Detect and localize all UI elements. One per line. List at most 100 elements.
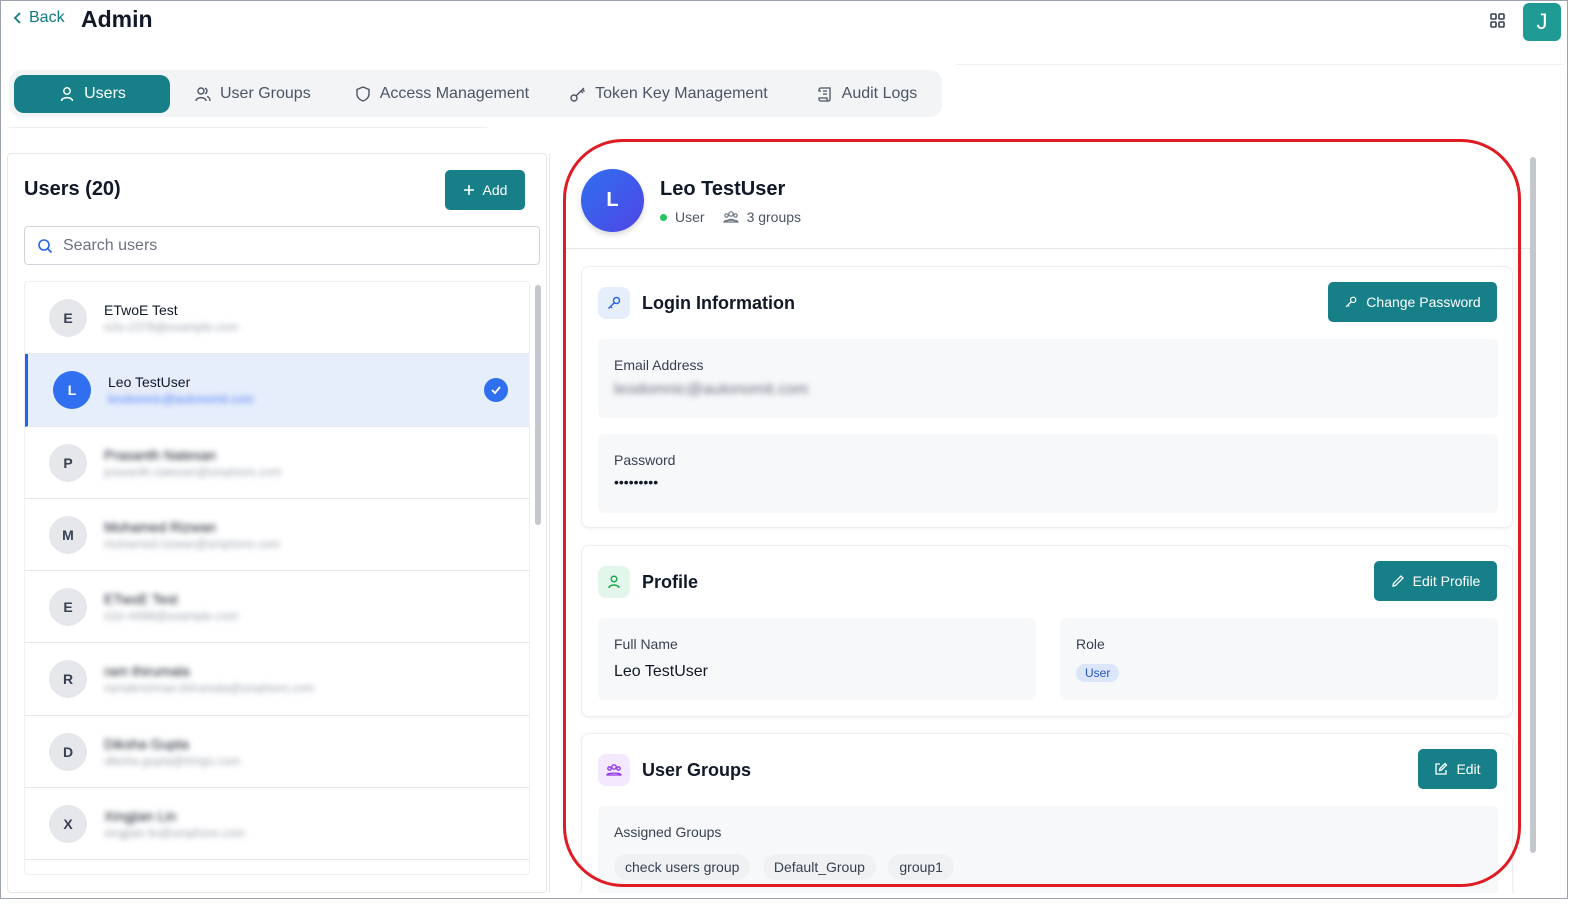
tab-audit-logs[interactable]: Audit Logs <box>816 75 918 113</box>
role-badge: User <box>1076 664 1120 682</box>
full-name-field: Full Name Leo TestUser <box>598 618 1036 700</box>
list-item[interactable]: E ETwoE Test e2e-2378@example.com <box>25 282 529 355</box>
scroll-icon <box>818 86 831 102</box>
status-dot <box>660 213 667 221</box>
list-item[interactable]: M Mohamed Rizwan mohamed.rizwan@smphore.… <box>25 498 529 572</box>
list-item[interactable]: X Xingjian Lin xingjian.lin@smphore.com <box>25 788 529 861</box>
list-item[interactable]: L Leo TestUser leodomnic@autonomit.com <box>25 354 529 427</box>
edit-profile-button[interactable]: Edit Profile <box>1374 561 1497 601</box>
groups-icon <box>722 211 739 223</box>
profile-card: Profile Edit Profile Full Name Leo TestU… <box>581 545 1513 717</box>
app-window: Back Admin J Users User Groups Access Ma… <box>0 0 1568 899</box>
tab-user-groups[interactable]: User Groups <box>194 75 311 113</box>
user-email: ramakrishnan.thirumala@smphore.com <box>104 681 315 696</box>
password-field: Password ••••••••• <box>598 434 1498 513</box>
assigned-groups-field: Assigned Groups check users group Defaul… <box>598 806 1498 893</box>
user-email: prasanth.natesan@smphore.com <box>104 464 282 479</box>
divider <box>956 64 1564 65</box>
user-detail-name: Leo TestUser <box>660 178 786 200</box>
list-item[interactable]: R ram thirumala ramakrishnan.thirumala@s… <box>25 643 529 716</box>
avatar: X <box>49 805 87 844</box>
avatar: D <box>49 732 87 771</box>
tab-users[interactable]: Users <box>14 74 170 113</box>
avatar: M <box>49 515 87 554</box>
user-email: xingjian.lin@smphore.com <box>104 826 245 841</box>
group-chip: Default_Group <box>762 854 876 880</box>
list-item[interactable]: E ETwoE Test e2e-4498@example.com <box>25 571 529 644</box>
user-name: Prasanth Natesan <box>104 446 217 463</box>
user-name: Xingjian Lin <box>104 808 177 825</box>
edit-profile-label: Edit Profile <box>1412 573 1481 589</box>
avatar: R <box>49 660 87 699</box>
tab-audit-logs-label: Audit Logs <box>841 84 918 102</box>
key-icon <box>570 87 586 102</box>
email-label: Email Address <box>614 357 704 373</box>
add-user-label: Add <box>482 182 508 198</box>
top-bar: Back Admin J <box>1 1 1567 43</box>
user-name: ETwoE Test <box>104 591 178 608</box>
avatar: E <box>49 299 87 337</box>
detail-scrollbar[interactable] <box>1528 153 1538 853</box>
tab-users-label: Users <box>84 84 126 102</box>
edit-icon <box>1435 762 1448 775</box>
user-role-status: User <box>675 209 705 225</box>
tab-access-management[interactable]: Access Management <box>354 75 529 113</box>
list-item[interactable]: P Prasanth Natesan prasanth.natesan@smph… <box>25 426 529 499</box>
user-groups-card: User Groups Edit Assigned Groups check u… <box>581 733 1513 893</box>
password-value: ••••••••• <box>614 474 659 490</box>
email-field: Email Address leodomnic@autonomit.com <box>598 339 1498 418</box>
add-user-button[interactable]: Add <box>445 170 525 210</box>
user-name: ram thirumala <box>104 663 190 680</box>
edit-groups-button[interactable]: Edit <box>1418 749 1497 789</box>
avatar: E <box>49 588 87 627</box>
key-icon <box>598 287 630 319</box>
user-detail-meta: User 3 groups <box>660 209 801 225</box>
key-icon <box>1346 296 1357 308</box>
group-chips: check users group Default_Group group1 <box>614 854 962 880</box>
divider <box>566 248 1532 249</box>
tab-access-management-label: Access Management <box>379 84 530 102</box>
check-icon <box>484 378 508 403</box>
login-information-card: Login Information Change Password Email … <box>581 266 1513 528</box>
user-groups-title: User Groups <box>642 760 752 780</box>
users-list-scrollbar[interactable] <box>535 281 541 875</box>
group-chip: group1 <box>888 854 954 880</box>
avatar: P <box>49 443 87 482</box>
change-password-button[interactable]: Change Password <box>1328 282 1497 322</box>
user-email: e2e-2378@example.com <box>104 320 239 334</box>
user-email: leodomnic@autonomit.com <box>108 392 254 407</box>
plus-icon <box>463 185 474 195</box>
user-name: Mohamed Rizwan <box>104 518 217 535</box>
user-email: e2e-4498@example.com <box>104 609 239 624</box>
user-icon <box>60 86 74 101</box>
search-box <box>24 226 540 265</box>
chevron-left-icon <box>13 12 21 24</box>
user-email: mohamed.rizwan@smphore.com <box>104 536 281 551</box>
tab-token-key-management-label: Token Key Management <box>595 84 768 102</box>
users-icon <box>195 86 211 101</box>
search-input[interactable] <box>63 236 503 255</box>
shield-icon <box>356 85 370 102</box>
avatar: L <box>53 371 91 410</box>
login-information-title: Login Information <box>642 293 795 313</box>
user-detail-panel: L Leo TestUser User 3 groups Login Infor… <box>549 153 1551 893</box>
profile-title: Profile <box>642 572 699 592</box>
user-groups-count: 3 groups <box>746 209 802 225</box>
group-chip: check users group <box>614 854 751 880</box>
apps-grid-icon[interactable] <box>1489 12 1507 30</box>
page-title: Admin <box>81 6 153 32</box>
groups-icon <box>598 754 630 786</box>
tab-token-key-management[interactable]: Token Key Management <box>569 75 768 113</box>
tab-user-groups-label: User Groups <box>220 84 311 102</box>
list-item[interactable]: D Diksha Gupta diksha.gupta@tringo.com <box>25 715 529 789</box>
user-icon <box>598 566 630 598</box>
users-panel-title: Users (20) <box>24 178 121 200</box>
avatar: L <box>581 169 644 232</box>
users-panel: Users (20) Add E ETwoE Test e2e-2378@exa… <box>7 153 547 893</box>
assigned-groups-label: Assigned Groups <box>614 824 722 840</box>
back-label: Back <box>29 9 65 26</box>
divider <box>9 127 487 128</box>
back-button[interactable]: Back <box>11 9 65 27</box>
user-name: Leo TestUser <box>108 374 191 391</box>
user-avatar[interactable]: J <box>1523 3 1561 41</box>
